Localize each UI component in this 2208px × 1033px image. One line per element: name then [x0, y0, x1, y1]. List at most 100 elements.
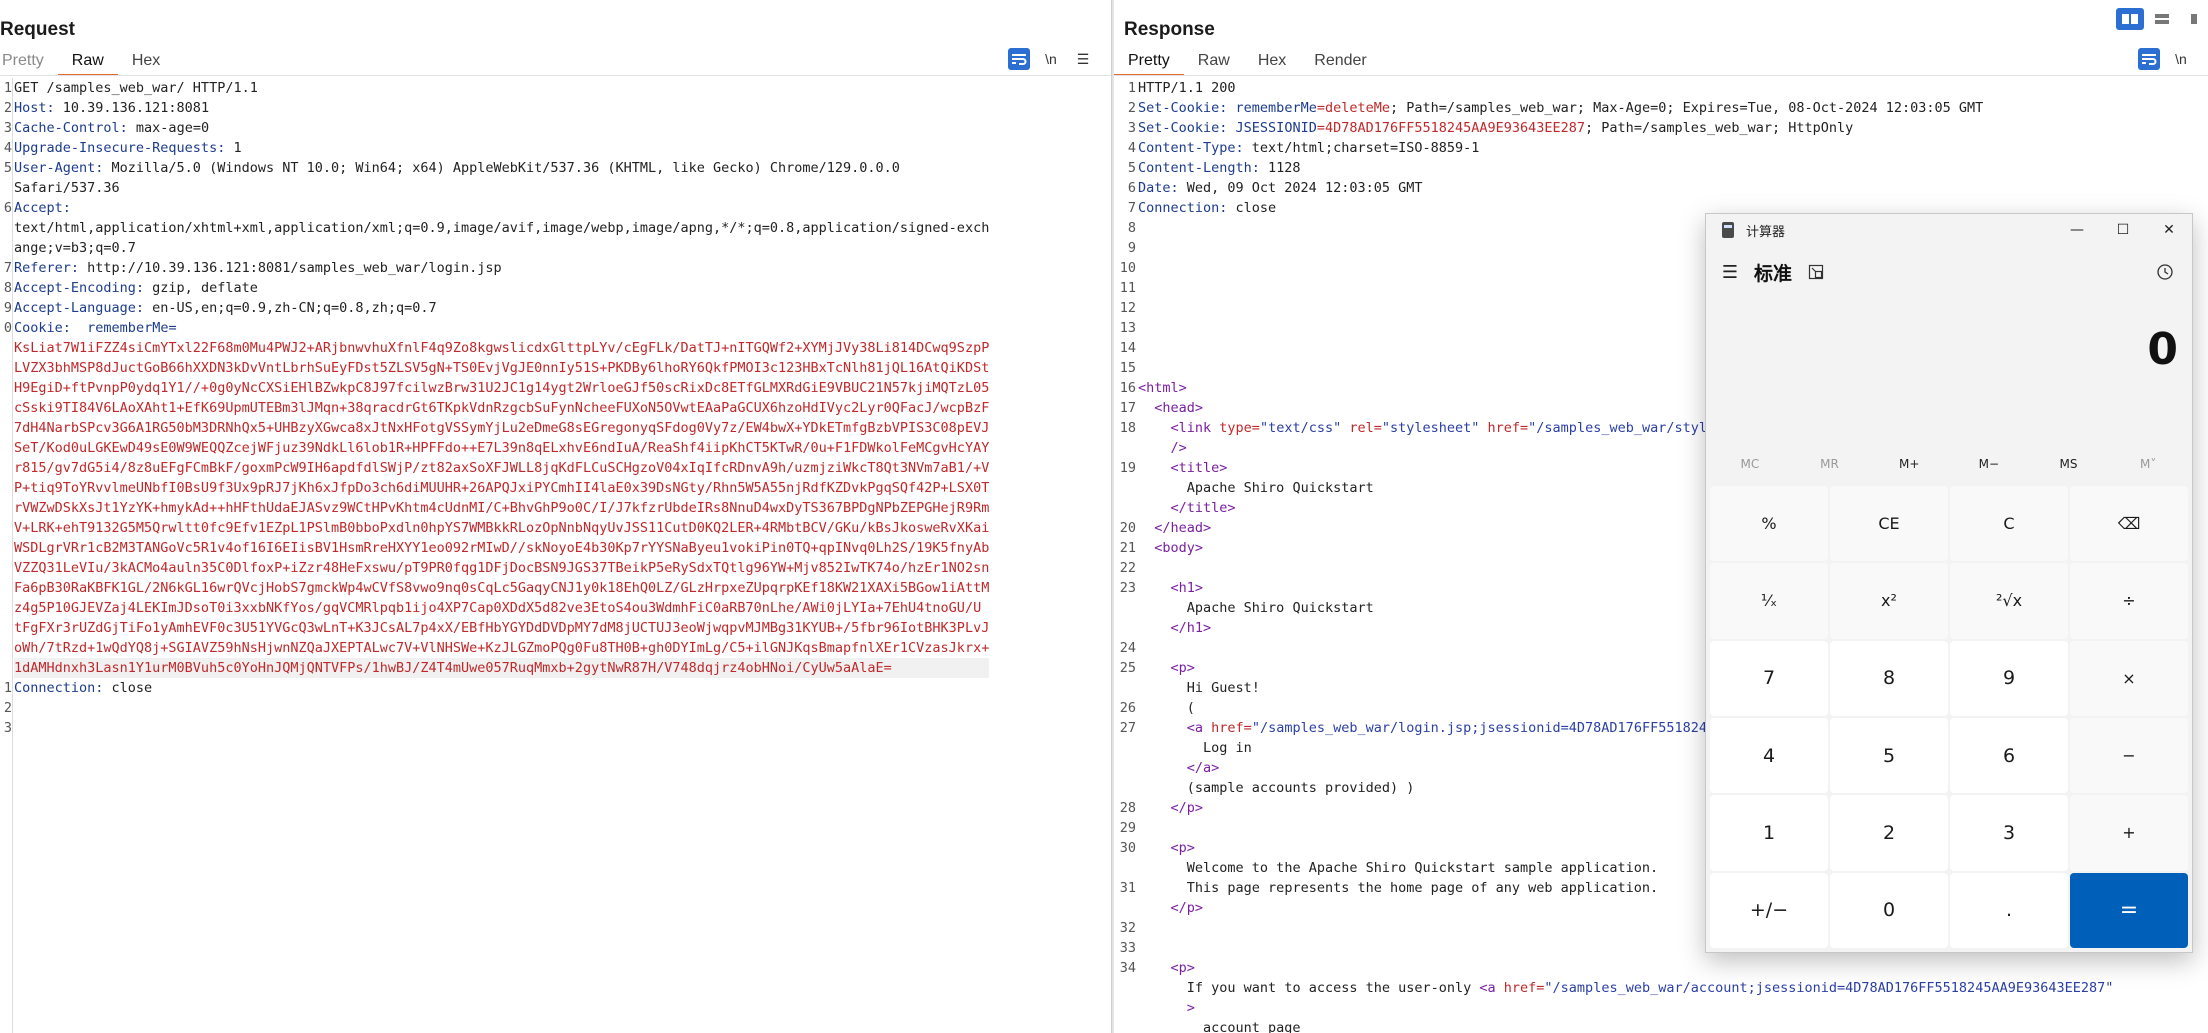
tab-pretty[interactable]: Pretty — [1114, 50, 1184, 76]
code-line: Fa6pB30RaKBFK1GL/2N6kGL16wrQVcjHobS7gmck… — [14, 578, 989, 598]
tab-raw[interactable]: Raw — [57, 50, 118, 76]
line-number — [0, 338, 12, 358]
code-line: KsLiat7W1iFZZ4siCmYTxl22F68m0Mu4PWJ2+ARj… — [14, 338, 989, 358]
cookie-value: rVWZwDSkXsJt1YzYK+hmykAd++hHFthUdaEJASvz… — [14, 500, 990, 516]
tab-render[interactable]: Render — [1300, 50, 1380, 76]
line-number: 11 — [1119, 280, 1136, 296]
reciprocal-key[interactable]: ¹⁄ₓ — [1710, 563, 1828, 639]
code-line: LVZX3bhMSP8dJuctGoB66hXXDN3kDvVntLbrhSuE… — [14, 358, 989, 378]
show-newlines-icon[interactable]: \n — [2170, 48, 2192, 70]
minus-key[interactable]: − — [2070, 718, 2188, 794]
memory-m+-button[interactable]: M+ — [1869, 446, 1949, 482]
line-number: 27 — [1119, 720, 1136, 736]
line-number — [1114, 858, 1136, 878]
side-by-side-layout-icon[interactable] — [2116, 8, 2144, 30]
minimize-icon[interactable]: — — [2054, 214, 2100, 246]
square-key[interactable]: x² — [1830, 563, 1948, 639]
memory-ms-button[interactable]: MS — [2029, 446, 2109, 482]
header-name: User-Agent: — [14, 160, 104, 176]
clear-key[interactable]: C — [1950, 486, 2068, 562]
tab-hex[interactable]: Hex — [118, 50, 174, 76]
equals-key[interactable]: = — [2070, 872, 2188, 948]
line-number: 14 — [1119, 340, 1136, 356]
code-line: 7dH4NarbSPcv3G6A1RG50bM3DRNhQx5+UHBzyXGw… — [14, 418, 989, 438]
digit-9-key[interactable]: 9 — [1950, 640, 2068, 716]
digit-4-key[interactable]: 4 — [1710, 718, 1828, 794]
line-number — [1114, 738, 1136, 758]
line-number: 8 — [1127, 220, 1136, 236]
header-value: text/html;charset=ISO-8859-1 — [1243, 140, 1480, 156]
maximize-icon[interactable]: ☐ — [2100, 214, 2146, 246]
line-number — [1114, 498, 1136, 518]
code-line: r815/gv7dG5i4/8z8uEFgFCmBkF/goxmPcW9IH6a… — [14, 458, 989, 478]
digit-7-key[interactable]: 7 — [1710, 640, 1828, 716]
backspace-key[interactable]: ⌫ — [2070, 486, 2188, 562]
digit-3-key[interactable]: 3 — [1950, 795, 2068, 871]
header-name: Accept-Encoding: — [14, 280, 145, 296]
html-text: Log in — [1203, 740, 1252, 756]
memory-m-button[interactable]: M− — [1949, 446, 2029, 482]
header-value: GET /samples_web_war/ HTTP/1.1 — [14, 80, 258, 96]
line-number: 2 — [1127, 100, 1136, 116]
wrap-lines-icon[interactable] — [1008, 48, 1030, 70]
clear-entry-key[interactable]: CE — [1830, 486, 1948, 562]
stacked-layout-icon[interactable] — [2148, 8, 2176, 30]
html-tag: <p> — [1170, 660, 1195, 676]
html-attribute: href= — [1487, 420, 1529, 436]
keep-on-top-icon[interactable] — [1806, 262, 1826, 282]
options-menu-icon[interactable]: ☰ — [1072, 48, 1094, 70]
percent-key[interactable]: % — [1710, 486, 1828, 562]
digit-0-key[interactable]: 0 — [1830, 872, 1948, 948]
html-text: Apache Shiro Quickstart — [1186, 480, 1374, 496]
code-line: Accept-Encoding: gzip, deflate — [14, 278, 989, 298]
cookie-attributes: ; Path=/samples_web_war; Max-Age=0; Expi… — [1389, 100, 1984, 116]
digit-6-key[interactable]: 6 — [1950, 718, 2068, 794]
decimal-key[interactable]: . — [1950, 872, 2068, 948]
header-name: Connection: — [1138, 200, 1228, 216]
tab-pretty[interactable]: Pretty — [0, 50, 58, 76]
digit-2-key[interactable]: 2 — [1830, 795, 1948, 871]
single-layout-icon[interactable] — [2180, 8, 2208, 30]
line-number — [1114, 618, 1136, 638]
navigation-menu-icon[interactable]: ☰ — [1720, 262, 1740, 283]
wrap-lines-icon[interactable] — [2138, 48, 2160, 70]
code-line: Upgrade-Insecure-Requests: 1 — [14, 138, 989, 158]
tab-hex[interactable]: Hex — [1244, 50, 1300, 76]
code-line: Host: 10.39.136.121:8081 — [14, 98, 989, 118]
negate-key[interactable]: +/− — [1710, 872, 1828, 948]
header-name: Cookie: — [14, 320, 71, 336]
digit-8-key[interactable]: 8 — [1830, 640, 1948, 716]
close-icon[interactable]: ✕ — [2146, 214, 2192, 246]
window-controls: — ☐ ✕ — [2054, 214, 2192, 246]
cookie-name: rememberMe= — [87, 320, 177, 336]
memory-mc-button[interactable]: MC — [1710, 446, 1790, 482]
multiply-key[interactable]: × — [2070, 640, 2188, 716]
line-number: 7 — [3, 260, 12, 276]
memory-m-button[interactable]: M˅ — [2108, 446, 2188, 482]
line-number — [0, 358, 12, 378]
divide-key[interactable]: ÷ — [2070, 563, 2188, 639]
memory-mr-button[interactable]: MR — [1790, 446, 1870, 482]
header-name: Accept: — [14, 200, 71, 216]
header-value: Safari/537.36 — [14, 180, 120, 196]
line-number: 26 — [1119, 700, 1136, 716]
plus-key[interactable]: + — [2070, 795, 2188, 871]
cookie-value: 1dAMHdnxh3Lasn1Y1urM0BVuh5c0YoHnJQMjQNTV… — [14, 660, 892, 676]
cookie-value: Fa6pB30RaKBFK1GL/2N6kGL16wrQVcjHobS7gmck… — [14, 580, 990, 596]
sqrt-key[interactable]: ²√x — [1950, 563, 2068, 639]
calculator-titlebar[interactable]: 计算器 — ☐ ✕ — [1706, 214, 2192, 246]
history-icon[interactable] — [2154, 261, 2176, 283]
memory-row: MC MR M+ M− MS M˅ — [1710, 446, 2188, 482]
tab-raw[interactable]: Raw — [1184, 50, 1244, 76]
header-value: http://10.39.136.121:8081/samples_web_wa… — [79, 260, 502, 276]
digit-1-key[interactable]: 1 — [1710, 795, 1828, 871]
line-number — [0, 458, 12, 478]
show-newlines-icon[interactable]: \n — [1040, 48, 1062, 70]
code-line: <p> — [1138, 958, 2113, 978]
digit-5-key[interactable]: 5 — [1830, 718, 1948, 794]
cookie-value: oWh/7tRzd+1wQdYQ8j+SGIAVZ59hNsHjwnNZQaJX… — [14, 640, 990, 656]
